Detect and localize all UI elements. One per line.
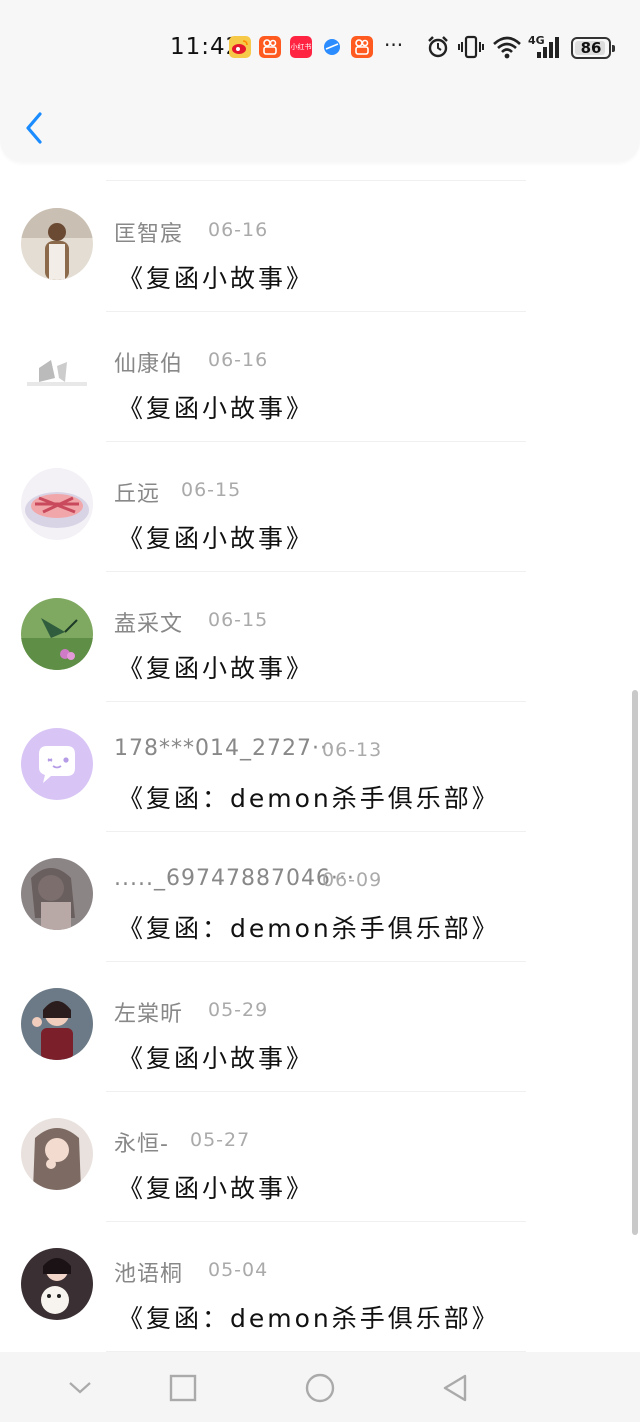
message-date: 06-13 bbox=[322, 739, 383, 761]
scrollbar[interactable] bbox=[632, 690, 638, 1235]
sender-name: 178***014_2727··· bbox=[114, 736, 336, 761]
battery-indicator: 86 bbox=[571, 37, 615, 59]
sender-name: 左棠昕 bbox=[114, 1002, 184, 1027]
back-button[interactable] bbox=[20, 108, 52, 148]
avatar[interactable] bbox=[21, 988, 93, 1060]
avatar[interactable] bbox=[21, 338, 93, 410]
message-title: 《复函小故事》 bbox=[118, 524, 315, 553]
reply-list[interactable]: 匡智宸 06-16 《复函小故事》 仙康伯 06-16 《复函小故事》 丘远 0… bbox=[0, 162, 640, 1352]
avatar[interactable] bbox=[21, 598, 93, 670]
message-date: 06-15 bbox=[208, 609, 269, 631]
signal-strength-icon bbox=[537, 37, 559, 58]
kuaishou-icon bbox=[259, 36, 281, 58]
recent-apps-button[interactable] bbox=[167, 1372, 199, 1404]
list-item[interactable]: 匡智宸 06-16 《复函小故事》 bbox=[0, 182, 640, 312]
sender-name: 永恒- bbox=[114, 1132, 169, 1157]
sender-name: 盍采文 bbox=[114, 612, 184, 637]
battery-level: 86 bbox=[580, 39, 602, 57]
message-title: 《复函：demon杀手俱乐部》 bbox=[118, 914, 500, 943]
message-title: 《复函小故事》 bbox=[118, 654, 315, 683]
message-date: 05-29 bbox=[208, 999, 269, 1021]
home-icon bbox=[305, 1373, 335, 1403]
chevron-left-icon bbox=[26, 112, 42, 144]
list-item[interactable]: 178***014_2727··· 06-13 《复函：demon杀手俱乐部》 bbox=[0, 702, 640, 832]
list-divider bbox=[106, 180, 526, 181]
message-date: 06-16 bbox=[208, 219, 269, 241]
message-date: 05-04 bbox=[208, 1259, 269, 1281]
vibrate-icon bbox=[458, 35, 484, 59]
sender-name: ....._69747887046··· bbox=[114, 866, 355, 891]
avatar[interactable] bbox=[21, 858, 93, 930]
sender-name: 匡智宸 bbox=[114, 222, 184, 247]
collapse-nav-button[interactable] bbox=[64, 1372, 96, 1404]
message-date: 05-27 bbox=[190, 1129, 251, 1151]
weibo-icon bbox=[229, 36, 251, 58]
home-button[interactable] bbox=[304, 1372, 336, 1404]
back-triangle-icon bbox=[443, 1374, 467, 1402]
list-item[interactable]: 仙康伯 06-16 《复函小故事》 bbox=[0, 312, 640, 442]
xiaohongshu-label: 小红书 bbox=[290, 43, 312, 51]
avatar[interactable] bbox=[21, 208, 93, 280]
status-bar: 11:42 小红书 ··· 4G 86 bbox=[0, 0, 640, 98]
message-date: 06-15 bbox=[181, 479, 242, 501]
chevron-down-icon bbox=[69, 1382, 91, 1394]
message-title: 《复函小故事》 bbox=[118, 1174, 315, 1203]
browser-icon bbox=[321, 36, 343, 58]
kuaishou-icon bbox=[351, 36, 373, 58]
message-date: 06-09 bbox=[322, 869, 383, 891]
avatar[interactable] bbox=[21, 1118, 93, 1190]
sender-name: 池语桐 bbox=[114, 1262, 184, 1287]
alarm-icon bbox=[428, 36, 448, 58]
system-nav-bar bbox=[0, 1352, 640, 1422]
wifi-icon bbox=[493, 36, 521, 59]
list-item[interactable]: 永恒- 05-27 《复函小故事》 bbox=[0, 1092, 640, 1222]
list-item[interactable]: 丘远 06-15 《复函小故事》 bbox=[0, 442, 640, 572]
xiaohongshu-icon: 小红书 bbox=[290, 36, 312, 58]
list-item[interactable]: ....._69747887046··· 06-09 《复函：demon杀手俱乐… bbox=[0, 832, 640, 962]
top-app-bar bbox=[0, 90, 640, 162]
sender-name: 丘远 bbox=[114, 482, 161, 507]
more-notifications-icon: ··· bbox=[384, 33, 404, 57]
list-item[interactable]: 池语桐 05-04 《复函：demon杀手俱乐部》 bbox=[0, 1222, 640, 1352]
sender-name: 仙康伯 bbox=[114, 352, 184, 377]
message-title: 《复函：demon杀手俱乐部》 bbox=[118, 784, 500, 813]
message-date: 06-16 bbox=[208, 349, 269, 371]
message-title: 《复函小故事》 bbox=[118, 264, 315, 293]
avatar[interactable] bbox=[21, 728, 93, 800]
message-title: 《复函小故事》 bbox=[118, 394, 315, 423]
avatar[interactable] bbox=[21, 1248, 93, 1320]
recent-apps-icon bbox=[169, 1374, 197, 1402]
avatar[interactable] bbox=[21, 468, 93, 540]
back-nav-button[interactable] bbox=[440, 1372, 472, 1404]
list-item[interactable]: 盍采文 06-15 《复函小故事》 bbox=[0, 572, 640, 702]
message-title: 《复函：demon杀手俱乐部》 bbox=[118, 1304, 500, 1333]
message-title: 《复函小故事》 bbox=[118, 1044, 315, 1073]
list-item[interactable]: 左棠昕 05-29 《复函小故事》 bbox=[0, 962, 640, 1092]
